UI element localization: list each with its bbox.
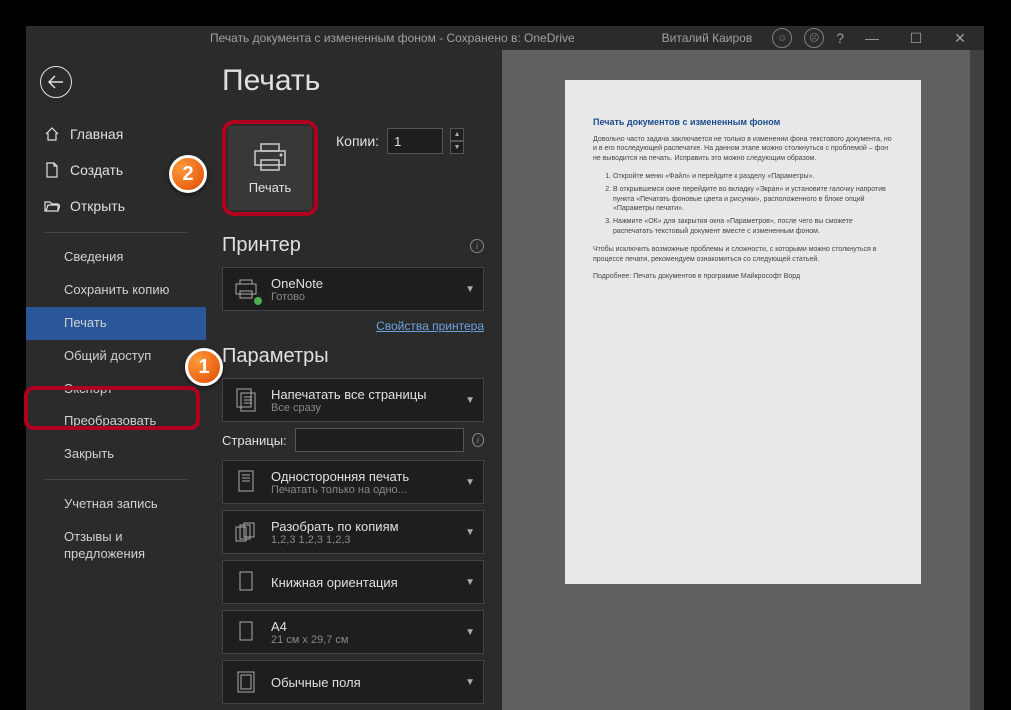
orientation-dropdown[interactable]: Книжная ориентация ▼: [222, 560, 484, 604]
margins-icon: [231, 667, 261, 697]
portrait-icon: [231, 567, 261, 597]
collate-icon: [231, 517, 261, 547]
nav-open-label: Открыть: [70, 198, 125, 214]
copies-label: Копии:: [336, 133, 379, 149]
collate-dropdown[interactable]: Разобрать по копиям 1,2,3 1,2,3 1,2,3 ▼: [222, 510, 484, 554]
nav-account[interactable]: Учетная запись: [26, 488, 206, 521]
info-icon[interactable]: i: [470, 239, 484, 253]
chevron-down-icon: ▼: [465, 527, 475, 538]
sides-dropdown[interactable]: Односторонняя печать Печатать только на …: [222, 460, 484, 504]
copies-section: Копии: ▲ ▼: [336, 120, 464, 154]
chevron-down-icon: ▼: [465, 284, 475, 295]
nav-export[interactable]: Экспорт: [26, 373, 206, 406]
pages-label: Страницы:: [222, 433, 287, 448]
preview-title: Печать документов с измененным фоном: [593, 116, 893, 129]
annotation-badge-2: 2: [169, 155, 207, 193]
paper-size-icon: [231, 617, 261, 647]
nav-home-label: Главная: [70, 126, 123, 142]
help-icon[interactable]: ?: [836, 30, 844, 46]
print-range-dropdown[interactable]: Напечатать все страницы Все сразу ▼: [222, 378, 484, 422]
preview-para: Довольно часто задача заключается не тол…: [593, 135, 893, 164]
sidebar: Главная Создать Открыть Сведения Сохрани…: [26, 50, 206, 710]
printer-status-icon: [231, 274, 261, 304]
nav-new-label: Создать: [70, 162, 123, 178]
document-icon: [44, 162, 60, 178]
copies-spinner: ▲ ▼: [450, 128, 464, 154]
copies-input[interactable]: [387, 128, 443, 154]
chevron-down-icon: ▼: [465, 627, 475, 638]
preview-scrollbar[interactable]: [970, 50, 984, 710]
arrow-left-icon: [48, 75, 64, 89]
preview-list: Откройте меню «Файл» и перейдите к разде…: [613, 172, 893, 237]
status-ready-icon: [253, 296, 263, 306]
nav-feedback[interactable]: Отзывы и предложения: [26, 521, 206, 571]
copies-down[interactable]: ▼: [450, 141, 464, 154]
printer-dropdown[interactable]: OneNote Готово ▼: [222, 267, 484, 311]
preview-para: Подробнее: Печать документов в программе…: [593, 272, 893, 282]
emoji-icon[interactable]: ☺: [772, 28, 792, 48]
chevron-down-icon: ▼: [465, 677, 475, 688]
nav-open[interactable]: Открыть: [26, 188, 206, 224]
divider: [44, 232, 188, 233]
nav-share[interactable]: Общий доступ: [26, 340, 206, 373]
annotation-badge-1: 1: [185, 348, 223, 386]
preview-para: Чтобы исключить возможные проблемы и сло…: [593, 245, 893, 265]
print-settings-panel: Печать Печать: [206, 50, 502, 710]
printer-properties-link[interactable]: Свойства принтера: [376, 319, 484, 333]
print-button[interactable]: Печать: [228, 126, 312, 210]
nav-close[interactable]: Закрыть: [26, 438, 206, 471]
home-icon: [44, 126, 60, 142]
pages-icon: [231, 385, 261, 415]
nav-print[interactable]: Печать: [26, 307, 206, 340]
maximize-button[interactable]: ☐: [900, 26, 932, 50]
highlight-print-button: Печать: [222, 120, 318, 216]
one-sided-icon: [231, 467, 261, 497]
back-button[interactable]: [40, 66, 72, 98]
page-preview: Печать документов с измененным фоном Дов…: [565, 80, 921, 584]
page-title: Печать: [222, 64, 484, 98]
pages-row: Страницы: i: [222, 428, 484, 452]
nav-save-copy[interactable]: Сохранить копию: [26, 274, 206, 307]
user-name: Виталий Каиров: [662, 31, 753, 45]
folder-open-icon: [44, 198, 60, 214]
printer-section-header: Принтер i: [222, 234, 484, 257]
printer-icon: [252, 142, 288, 172]
print-preview-area: Печать документов с измененным фоном Дов…: [502, 50, 984, 710]
print-button-label: Печать: [249, 180, 292, 195]
content-area: Главная Создать Открыть Сведения Сохрани…: [26, 50, 984, 710]
settings-section-header: Параметры: [222, 345, 484, 368]
chevron-down-icon: ▼: [465, 395, 475, 406]
printer-name: OneNote: [271, 276, 455, 291]
chevron-down-icon: ▼: [465, 477, 475, 488]
nav-transform[interactable]: Преобразовать: [26, 405, 206, 438]
divider: [44, 479, 188, 480]
copies-up[interactable]: ▲: [450, 128, 464, 141]
pages-input[interactable]: [295, 428, 464, 452]
nav-home[interactable]: Главная: [26, 116, 206, 152]
paper-size-dropdown[interactable]: A4 21 см x 29,7 см ▼: [222, 610, 484, 654]
minimize-button[interactable]: —: [856, 26, 888, 50]
app-window: Печать документа с измененным фоном - Со…: [26, 26, 984, 652]
printer-status: Готово: [271, 291, 455, 303]
nav-info[interactable]: Сведения: [26, 241, 206, 274]
chevron-down-icon: ▼: [465, 577, 475, 588]
close-button[interactable]: ✕: [944, 26, 976, 50]
info-icon[interactable]: i: [472, 433, 484, 447]
margins-dropdown[interactable]: Обычные поля ▼: [222, 660, 484, 704]
feedback-icon[interactable]: ☹: [804, 28, 824, 48]
main-content: Печать Печать: [206, 50, 984, 710]
doc-title: Печать документа с измененным фоном - Со…: [210, 31, 575, 45]
titlebar: Печать документа с измененным фоном - Со…: [26, 26, 984, 50]
